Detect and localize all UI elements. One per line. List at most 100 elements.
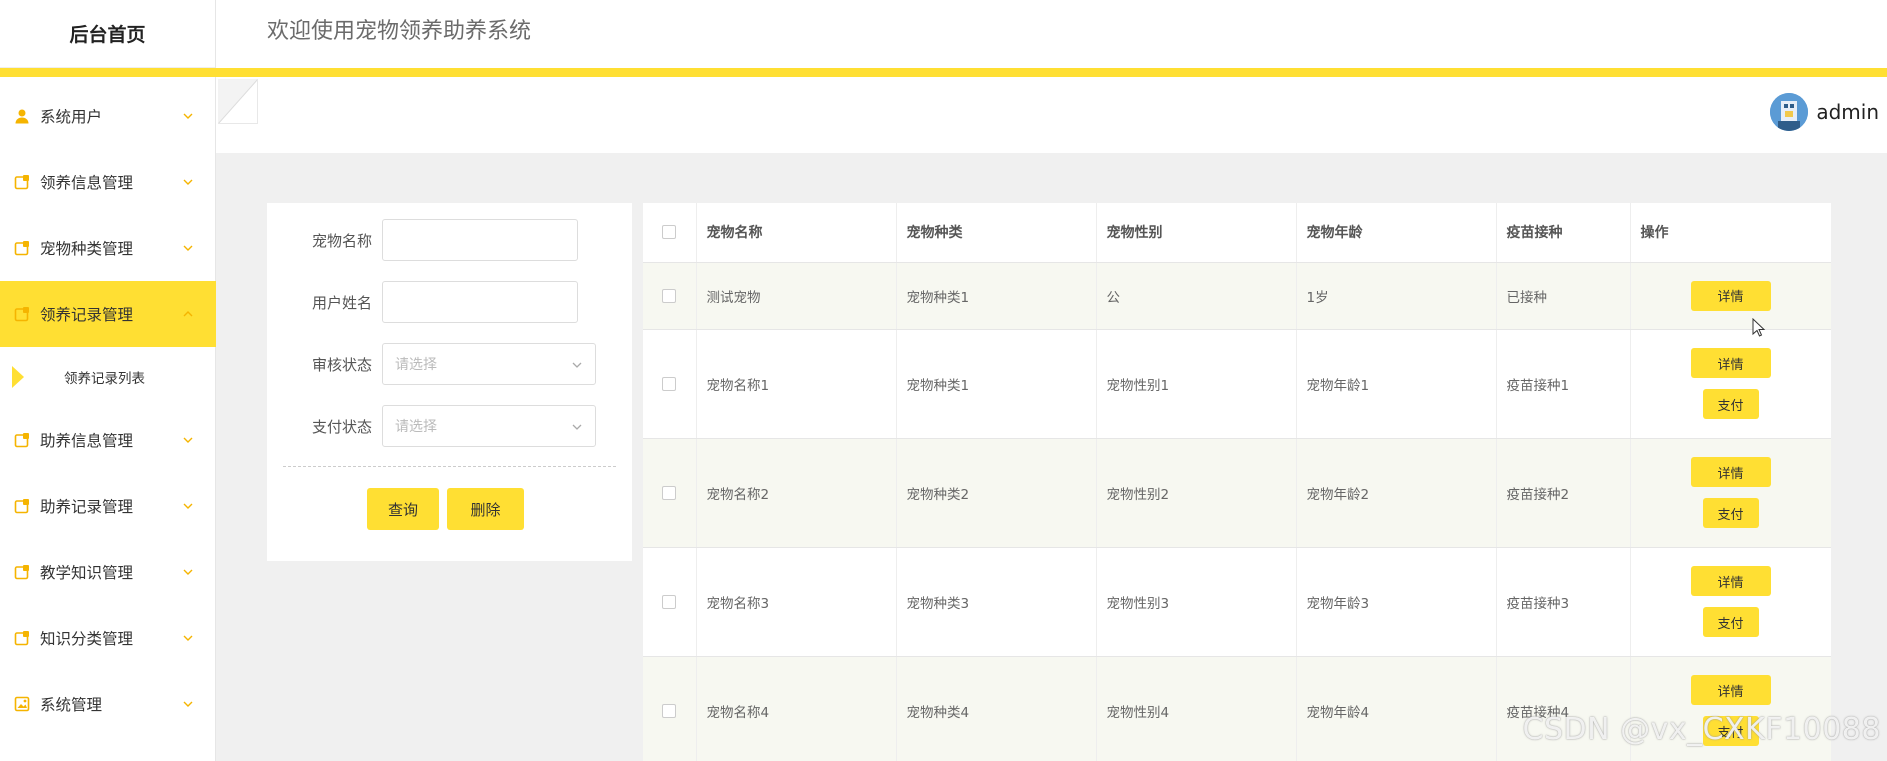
module-icon	[14, 432, 30, 448]
pet-name-row: 宠物名称	[267, 219, 632, 261]
cell-pet-gender: 宠物性别1	[1096, 329, 1297, 439]
audit-status-row: 审核状态 请选择	[267, 343, 632, 385]
sidebar-item-knowledge-category[interactable]: 知识分类管理	[0, 605, 216, 671]
table-row: 宠物名称2 宠物种类2 宠物性别2 宠物年龄2 疫苗接种2 详情 支付	[643, 438, 1831, 548]
column-header: 宠物种类	[896, 203, 1097, 263]
sidebar-item-label: 教学知识管理	[40, 564, 134, 582]
row-checkbox[interactable]	[662, 594, 677, 609]
cell-pet-age: 宠物年龄3	[1296, 547, 1497, 657]
column-header: 操作	[1630, 203, 1831, 263]
user-name-label: 用户姓名	[311, 293, 372, 312]
column-header: 宠物年龄	[1296, 203, 1497, 263]
cell-pet-gender: 宠物性别3	[1096, 547, 1297, 657]
sidebar-item-adoption-records[interactable]: 领养记录管理	[0, 281, 216, 347]
sidebar-item-label: 助养记录管理	[40, 498, 134, 516]
chevron-down-icon	[572, 424, 582, 430]
logo-home-link[interactable]: 后台首页	[0, 0, 215, 68]
sidebar-item-label: 领养信息管理	[40, 174, 134, 192]
cell-vaccine: 疫苗接种3	[1496, 547, 1631, 657]
chevron-down-icon	[183, 437, 193, 443]
cell-pet-gender: 宠物性别2	[1096, 438, 1297, 548]
detail-button[interactable]: 详情	[1690, 280, 1771, 311]
pet-name-input[interactable]	[382, 219, 578, 261]
row-checkbox[interactable]	[662, 376, 677, 391]
sidebar-subitem-adoption-record-list[interactable]: 领养记录列表	[0, 347, 216, 407]
query-button[interactable]: 查询	[367, 488, 439, 530]
cell-actions: 详情	[1630, 262, 1831, 330]
table-header-row: 宠物名称 宠物种类 宠物性别 宠物年龄 疫苗接种 操作	[643, 203, 1831, 263]
sidebar-item-label: 领养记录管理	[40, 306, 134, 324]
detail-button[interactable]: 详情	[1690, 566, 1771, 596]
sub-header: admin	[216, 77, 1887, 153]
sidebar-item-pet-types[interactable]: 宠物种类管理	[0, 215, 216, 281]
sidebar-item-teaching-knowledge[interactable]: 教学知识管理	[0, 539, 216, 605]
cell-actions: 详情 支付	[1630, 547, 1831, 657]
row-select-cell	[643, 262, 697, 330]
cell-pet-age: 宠物年龄1	[1296, 329, 1497, 439]
column-header: 宠物性别	[1096, 203, 1297, 263]
chevron-up-icon	[183, 311, 193, 317]
collapse-sidebar-icon[interactable]	[218, 79, 258, 124]
sidebar-item-adoption-info[interactable]: 领养信息管理	[0, 149, 216, 215]
username: admin	[1816, 100, 1879, 124]
module-icon	[14, 564, 30, 580]
column-header: 疫苗接种	[1496, 203, 1631, 263]
sidebar-item-label: 宠物种类管理	[40, 240, 134, 258]
chevron-down-icon	[183, 635, 193, 641]
table-row: 宠物名称3 宠物种类3 宠物性别3 宠物年龄3 疫苗接种3 详情 支付	[643, 547, 1831, 657]
sidebar: 后台首页 系统用户 领养信息管理 宠物种类管理 领养记录管理 领养记录列表 助养…	[0, 0, 216, 761]
pay-status-select[interactable]: 请选择	[382, 405, 596, 447]
sidebar-item-label: 系统管理	[40, 696, 103, 714]
mouse-cursor-icon	[1752, 318, 1766, 337]
chevron-down-icon	[183, 569, 193, 575]
image-icon	[14, 696, 30, 712]
cell-pet-name: 宠物名称2	[696, 438, 897, 548]
cell-actions: 详情 支付	[1630, 329, 1831, 439]
cell-pet-name: 宠物名称1	[696, 329, 897, 439]
chevron-down-icon	[183, 701, 193, 707]
sidebar-item-sponsor-info[interactable]: 助养信息管理	[0, 407, 216, 473]
module-icon	[14, 306, 30, 322]
row-checkbox[interactable]	[662, 703, 677, 718]
pay-button[interactable]: 支付	[1702, 607, 1759, 637]
cell-pet-age: 1岁	[1296, 262, 1497, 330]
sidebar-item-sponsor-records[interactable]: 助养记录管理	[0, 473, 216, 539]
user-icon	[14, 108, 30, 124]
top-header: 欢迎使用宠物领养助养系统	[216, 0, 1887, 68]
delete-button[interactable]: 删除	[447, 488, 524, 530]
module-icon	[14, 174, 30, 190]
audit-status-label: 审核状态	[311, 355, 372, 374]
cell-pet-type: 宠物种类2	[896, 438, 1097, 548]
sidebar-item-system-management[interactable]: 系统管理	[0, 671, 216, 737]
row-select-cell	[643, 329, 697, 439]
cell-pet-age: 宠物年龄2	[1296, 438, 1497, 548]
cell-pet-gender: 公	[1096, 262, 1297, 330]
records-table: 宠物名称 宠物种类 宠物性别 宠物年龄 疫苗接种 操作 测试宠物 宠物种类1 公…	[643, 203, 1831, 761]
cell-pet-age: 宠物年龄4	[1296, 656, 1497, 761]
table-row: 宠物名称1 宠物种类1 宠物性别1 宠物年龄1 疫苗接种1 详情 支付	[643, 329, 1831, 439]
cell-pet-name: 宠物名称3	[696, 547, 897, 657]
pay-status-label: 支付状态	[311, 417, 372, 436]
user-name-row: 用户姓名	[267, 281, 632, 323]
sidebar-item-label: 助养信息管理	[40, 432, 134, 450]
module-icon	[14, 498, 30, 514]
row-checkbox[interactable]	[662, 288, 677, 303]
records-table-panel: 宠物名称 宠物种类 宠物性别 宠物年龄 疫苗接种 操作 测试宠物 宠物种类1 公…	[643, 203, 1831, 761]
detail-button[interactable]: 详情	[1690, 457, 1771, 487]
sidebar-item-system-users[interactable]: 系统用户	[0, 83, 216, 149]
audit-status-select[interactable]: 请选择	[382, 343, 596, 385]
select-all-checkbox[interactable]	[662, 225, 677, 240]
search-panel: 宠物名称 用户姓名 审核状态 请选择 支付状态 请选择 查询 删除	[267, 203, 632, 561]
pay-button[interactable]: 支付	[1702, 498, 1759, 528]
cell-vaccine: 疫苗接种2	[1496, 438, 1631, 548]
pay-button[interactable]: 支付	[1702, 389, 1759, 419]
module-icon	[14, 630, 30, 646]
detail-button[interactable]: 详情	[1690, 675, 1771, 705]
row-checkbox[interactable]	[662, 485, 677, 500]
audit-status-placeholder: 请选择	[395, 357, 437, 373]
cell-pet-type: 宠物种类1	[896, 262, 1097, 330]
detail-button[interactable]: 详情	[1690, 348, 1771, 378]
user-name-input[interactable]	[382, 281, 578, 323]
pet-name-label: 宠物名称	[311, 231, 372, 250]
user-menu[interactable]: admin	[1770, 93, 1879, 131]
